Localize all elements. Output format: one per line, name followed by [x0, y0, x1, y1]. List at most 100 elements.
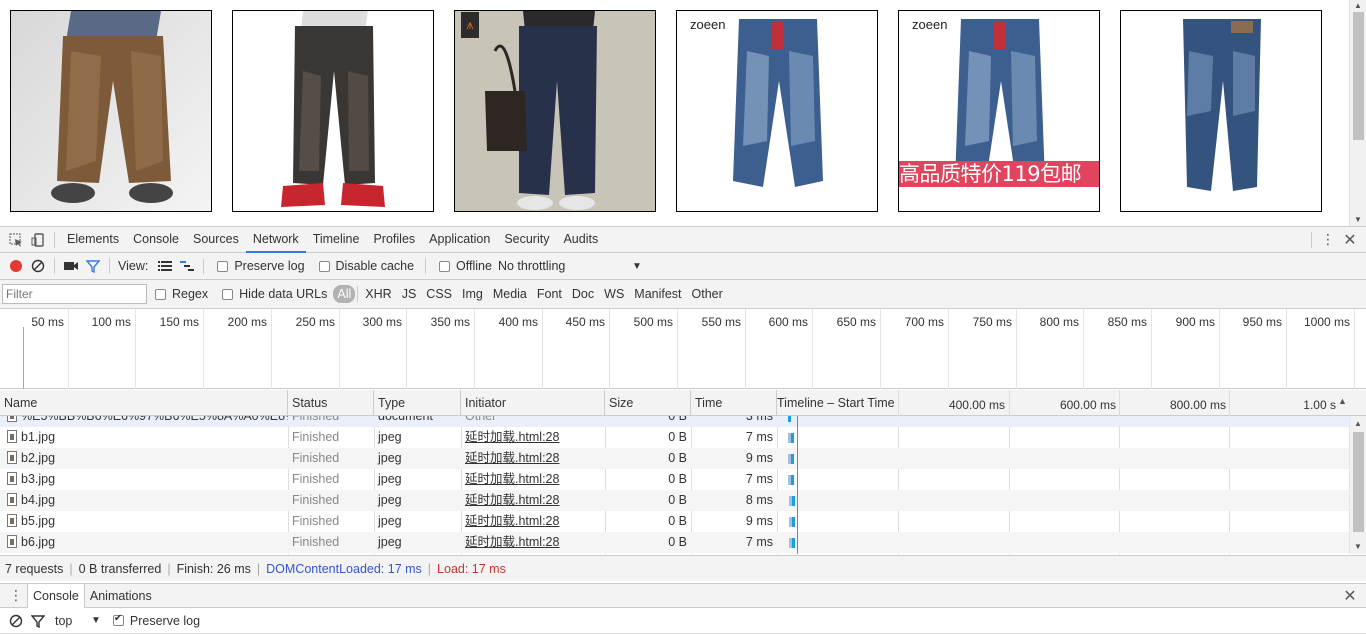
cell-type: document [378, 416, 433, 423]
column-header-time[interactable]: Time [691, 390, 777, 416]
timeline-bar[interactable] [788, 454, 794, 464]
tab-application[interactable]: Application [422, 227, 497, 253]
product-image-5[interactable]: zoeen 高品质特价119包邮 [898, 10, 1100, 212]
product-image-1[interactable] [10, 10, 212, 212]
tab-elements[interactable]: Elements [60, 227, 126, 253]
hide-data-urls-checkbox[interactable] [222, 288, 234, 300]
product-image-2[interactable] [232, 10, 434, 212]
filter-type-font[interactable]: Font [532, 285, 567, 303]
timeline-bar[interactable] [788, 433, 794, 443]
cell-size: 0 B [668, 430, 687, 444]
tab-console[interactable]: Console [126, 227, 186, 253]
drawer-tab-animations[interactable]: Animations [85, 584, 157, 608]
column-header-name[interactable]: Name [0, 390, 288, 416]
overview-gridline [406, 309, 407, 389]
column-header-type[interactable]: Type [374, 390, 461, 416]
close-devtools-icon[interactable]: ✕ [1339, 229, 1361, 251]
cell-initiator[interactable]: 延时加载.html:28 [461, 511, 605, 532]
product-image-3[interactable]: ⩚ [454, 10, 656, 212]
table-row[interactable]: b5.jpg Finished jpeg 延时加载.html:28 0 B 9 ms [0, 511, 1349, 532]
product-image-6[interactable] [1120, 10, 1322, 212]
tab-network[interactable]: Network [245, 227, 306, 253]
filter-type-ws[interactable]: WS [599, 285, 629, 303]
table-row[interactable]: b4.jpg Finished jpeg 延时加载.html:28 0 B 8 ms [0, 490, 1349, 511]
filter-type-doc[interactable]: Doc [567, 285, 599, 303]
table-row[interactable]: b2.jpg Finished jpeg 延时加载.html:28 0 B 9 ms [0, 448, 1349, 469]
console-filter-icon[interactable] [27, 610, 49, 632]
column-header-status[interactable]: Status [288, 390, 374, 416]
table-row[interactable]: %E5%BB%B6%E6%97%B6%E5%8A%A0%E8%B... Finis… [0, 416, 1349, 427]
drawer-tab-console[interactable]: Console [27, 583, 85, 608]
cell-time: 7 ms [745, 430, 773, 444]
scroll-down-icon[interactable]: ▼ [1354, 542, 1362, 551]
cell-initiator[interactable]: 延时加载.html:28 [461, 427, 605, 448]
inspect-element-icon[interactable] [5, 229, 27, 251]
tab-profiles[interactable]: Profiles [366, 227, 422, 253]
request-name: b3.jpg [21, 472, 56, 486]
timeline-bar[interactable] [788, 416, 791, 422]
dropdown-arrow-icon[interactable]: ▼ [91, 615, 101, 626]
table-row[interactable]: b1.jpg Finished jpeg 延时加载.html:28 0 B 7 ms [0, 427, 1349, 448]
cell-initiator[interactable]: 延时加载.html:28 [461, 469, 605, 490]
clear-console-icon[interactable] [5, 610, 27, 632]
grid-scroll-thumb[interactable] [1353, 432, 1364, 532]
filter-input[interactable] [2, 284, 147, 304]
record-icon[interactable] [5, 255, 27, 277]
context-select[interactable]: top [55, 614, 85, 628]
table-row[interactable]: b6.jpg Finished jpeg 延时加载.html:28 0 B 7 ms [0, 532, 1349, 553]
tab-sources[interactable]: Sources [186, 227, 246, 253]
cell-initiator[interactable]: 延时加载.html:28 [461, 532, 605, 553]
overview-waterfall-icon[interactable] [176, 255, 198, 277]
scroll-up-icon[interactable]: ▲ [1354, 419, 1362, 428]
timeline-bar[interactable] [788, 475, 794, 485]
sort-ascending-icon[interactable]: ▲ [1338, 396, 1347, 406]
cell-initiator[interactable]: 延时加载.html:28 [461, 448, 605, 469]
timeline-bar-waiting [788, 454, 791, 464]
filter-type-img[interactable]: Img [457, 285, 488, 303]
filter-type-all[interactable]: All [333, 285, 356, 303]
grid-scrollbar[interactable]: ▲ ▼ [1349, 416, 1366, 554]
timeline-bar[interactable] [789, 517, 795, 527]
more-options-icon[interactable]: ⋮ [1317, 229, 1339, 251]
close-drawer-icon[interactable]: ✕ [1339, 585, 1361, 607]
regex-checkbox[interactable] [155, 288, 166, 300]
tab-security[interactable]: Security [497, 227, 556, 253]
filter-type-js[interactable]: JS [397, 285, 422, 303]
filter-type-xhr[interactable]: XHR [360, 285, 396, 303]
column-header-size[interactable]: Size [605, 390, 691, 416]
disable-cache-checkbox[interactable] [318, 260, 330, 272]
scroll-down-icon[interactable]: ▼ [1354, 215, 1362, 224]
offline-checkbox[interactable] [439, 260, 451, 272]
timeline-bar[interactable] [789, 538, 795, 548]
table-row[interactable]: b3.jpg Finished jpeg 延时加载.html:28 0 B 7 ms [0, 469, 1349, 490]
file-icon [7, 472, 17, 485]
scroll-up-icon[interactable]: ▲ [1354, 1, 1362, 10]
cell-initiator[interactable]: Other [461, 416, 605, 427]
tab-timeline[interactable]: Timeline [306, 227, 367, 253]
column-header-initiator[interactable]: Initiator [461, 390, 605, 416]
filter-type-manifest[interactable]: Manifest [629, 285, 686, 303]
device-toolbar-icon[interactable] [27, 229, 49, 251]
preserve-log-checkbox[interactable] [217, 260, 229, 272]
dropdown-arrow-icon[interactable]: ▼ [632, 261, 642, 272]
cell-status: Finished [292, 451, 340, 465]
throttling-select[interactable]: No throttling [498, 259, 626, 273]
timeline-bar[interactable] [789, 496, 795, 506]
tab-audits[interactable]: Audits [556, 227, 605, 253]
network-overview[interactable]: 50 ms 100 ms 150 ms 200 ms 250 ms 300 ms 350 m… [0, 309, 1366, 389]
console-preserve-log-checkbox[interactable] [112, 613, 124, 626]
product-image-4[interactable]: zoeen [676, 10, 878, 212]
timeline-bar-waiting [789, 496, 792, 506]
filter-icon[interactable] [82, 255, 104, 277]
page-scroll-thumb[interactable] [1353, 12, 1364, 140]
capture-screenshots-icon[interactable] [60, 255, 82, 277]
large-rows-icon[interactable] [154, 255, 176, 277]
filter-type-other[interactable]: Other [687, 285, 728, 303]
cell-initiator[interactable]: 延时加载.html:28 [461, 490, 605, 511]
filter-type-css[interactable]: CSS [421, 285, 457, 303]
filter-bar: Regex Hide data URLs All XHR JS CSS Img … [0, 280, 1366, 309]
clear-icon[interactable] [27, 255, 49, 277]
filter-type-media[interactable]: Media [488, 285, 532, 303]
drawer-menu-icon[interactable]: ⋮ [5, 585, 27, 607]
page-scrollbar[interactable]: ▲ ▼ [1349, 0, 1366, 226]
